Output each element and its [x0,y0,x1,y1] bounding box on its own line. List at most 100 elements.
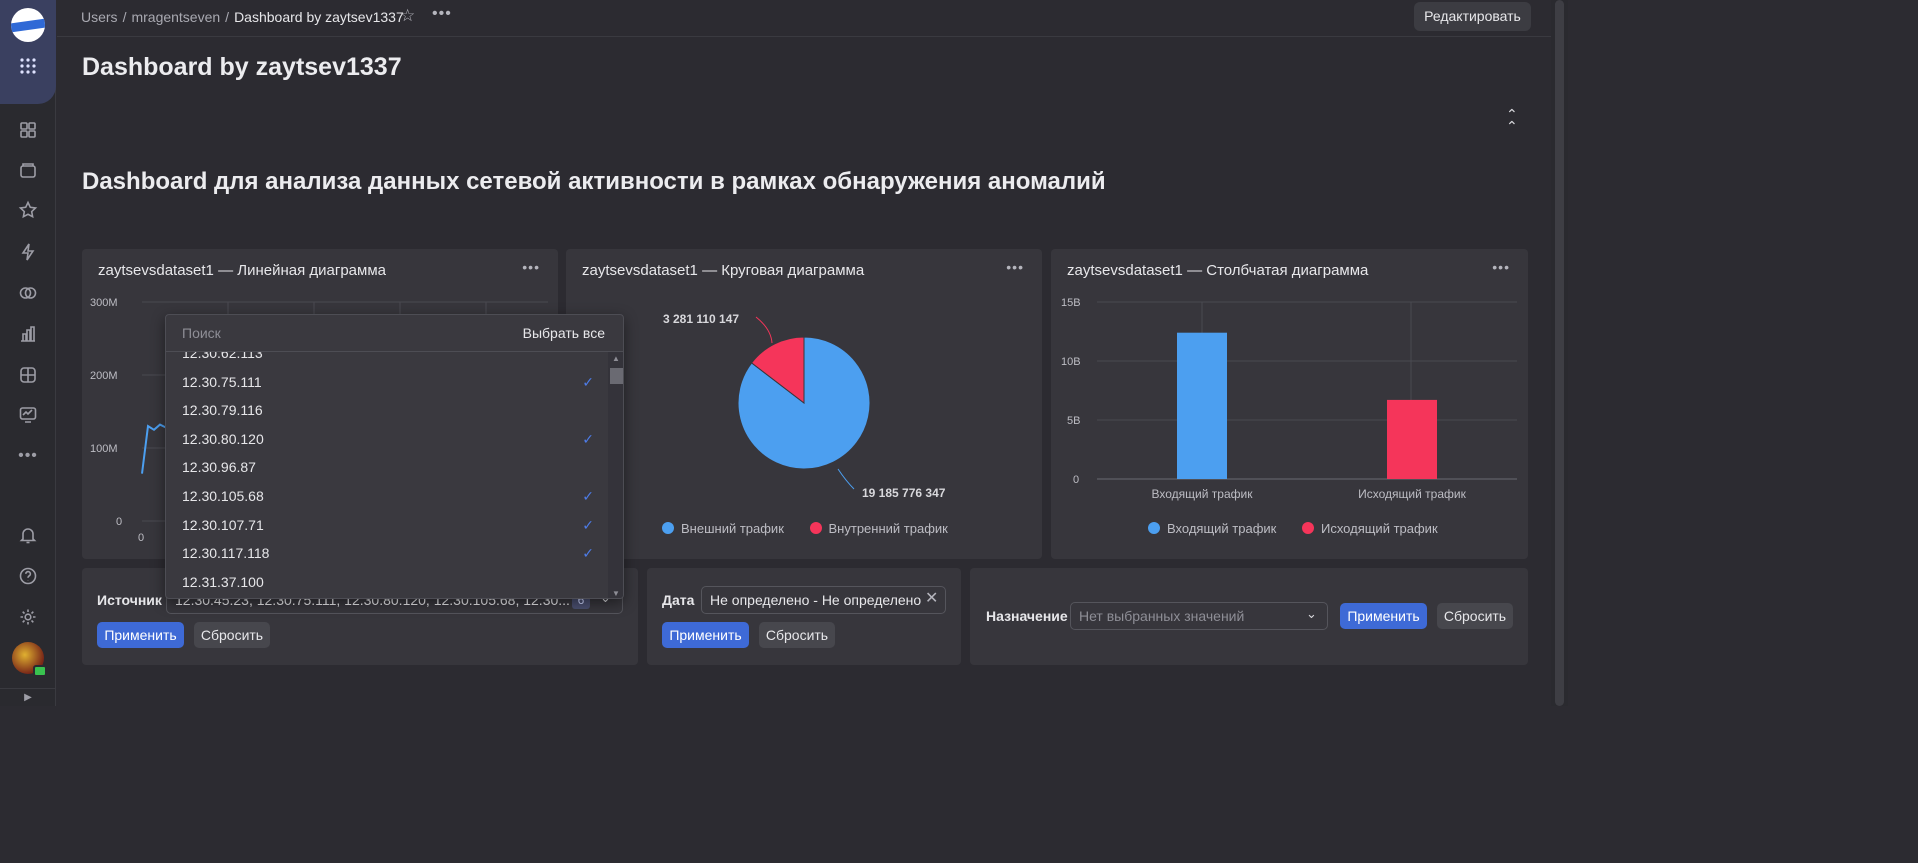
bar-chart: 15B 10B 5B 0 Входящий трафик Исходящий т… [1061,297,1517,501]
breadcrumb-item-users[interactable]: Users [81,9,118,25]
expand-icon[interactable]: ▶ [0,688,56,706]
source-apply-button[interactable]: Применить [97,622,184,648]
more-icon[interactable]: ••• [18,446,38,466]
x-tick-label: Исходящий трафик [1358,487,1466,501]
legend-item[interactable]: Исходящий трафик [1301,521,1438,536]
dropdown-option[interactable]: 12.30.79.116 [182,396,602,424]
purpose-select[interactable]: Нет выбранных значений [1070,602,1328,630]
y-tick-label: 5B [1067,415,1080,427]
legend-dot [1301,522,1314,534]
notifications-icon[interactable] [18,525,38,545]
checkmark-icon: ✓ [582,545,594,562]
dropdown-option[interactable]: 12.30.96.87 [182,453,602,481]
dropdown-option[interactable]: 12.30.105.68 ✓ [182,482,602,510]
source-filter-label: Источник [97,592,162,608]
y-tick-label: 100M [90,443,118,455]
dashboards-icon[interactable] [18,120,38,140]
x-tick-label: Входящий трафик [1152,487,1254,501]
purpose-select-placeholder: Нет выбранных значений [1079,608,1245,624]
scrollbar-thumb[interactable] [610,368,623,384]
dropdown-option-label: 12.30.105.68 [182,488,264,504]
date-apply-button[interactable]: Применить [662,622,749,648]
checkmark-icon: ✓ [582,430,594,447]
breadcrumb: Users / mragentseven / Dashboard by zaytsev1… [81,9,404,25]
edit-button[interactable]: Редактировать [1414,2,1531,31]
y-tick-label: 0 [116,516,122,528]
checkmark-icon: ✓ [582,488,594,504]
status-badge [33,665,47,677]
scroll-down-icon[interactable]: ▼ [612,589,620,598]
purpose-filter-label: Назначение [986,608,1068,624]
breadcrumb-current: Dashboard by zaytsev1337 [234,9,404,25]
dropdown-option-label: 12.30.117.118 [182,545,270,562]
breadcrumb-item-user[interactable]: mragentseven [131,9,220,25]
settings-icon[interactable] [18,607,38,627]
favorites-icon[interactable] [18,200,38,220]
dropdown-option[interactable]: 12.30.117.118 ✓ [182,539,602,567]
y-tick-label: 300M [90,297,118,309]
checkmark-icon: ✓ [582,516,594,533]
legend-item[interactable]: Внешний трафик [662,521,784,536]
dropdown-option[interactable]: 12.30.62.113 [182,352,602,367]
y-tick-label: 200M [90,370,118,382]
bar-chart-widget: zaytsevsdataset1 — Столбчатая диаграмма … [1051,249,1528,559]
pie-leader-line [755,316,773,344]
x-tick-label: 0 [138,532,144,544]
bar[interactable] [1177,332,1227,479]
bar[interactable] [1387,399,1437,479]
apps-grid-icon[interactable] [18,56,38,76]
sidebar: ••• ▶ [0,0,56,706]
date-filter-label: Дата [662,592,695,608]
help-icon[interactable] [18,566,38,586]
collections-icon[interactable] [18,160,38,180]
source-dropdown-popup: Поиск Выбрать все 12.30.62.113 12.30.75.1… [165,314,624,599]
bar-legend: Входящий трафик Исходящий трафик [1148,521,1460,536]
favorite-star-icon[interactable]: ☆ [400,6,415,26]
legend-label: Внутренний трафик [828,521,948,536]
widgets-icon[interactable] [18,365,38,385]
datasets-icon[interactable] [18,283,38,303]
charts-icon[interactable] [18,324,38,344]
dropdown-option[interactable]: 12.30.75.111 ✓ [182,368,602,396]
date-range-input[interactable]: Не определено - Не определено [701,586,946,614]
pie-data-label: 19 185 776 347 [862,486,946,500]
clear-icon[interactable]: ✕ [925,588,938,608]
dropdown-search-input[interactable]: Поиск [182,325,221,341]
dropdown-option-label: 12.30.75.111 [182,373,262,390]
avatar[interactable] [12,642,47,677]
sidebar-header [0,0,56,104]
dropdown-option-label: 12.30.79.116 [182,402,263,419]
page-scrollbar[interactable] [1551,0,1568,706]
legend-dot [662,522,674,534]
legend-item[interactable]: Внутренний трафик [809,521,948,536]
pie-leader-line [837,468,855,490]
more-actions-icon[interactable]: ••• [432,5,452,23]
dropdown-option[interactable]: 12.31.37.100 [182,568,602,596]
date-reset-button[interactable]: Сбросить [759,622,835,648]
scrollbar-thumb[interactable] [1555,0,1564,706]
legend-label: Исходящий трафик [1320,521,1438,536]
monitoring-icon[interactable] [18,405,38,425]
purpose-reset-button[interactable]: Сбросить [1437,603,1513,629]
checkmark-icon: ✓ [582,373,594,390]
logo-icon[interactable] [11,8,45,42]
dropdown-option[interactable]: 12.30.107.71 ✓ [182,511,602,539]
pie-chart: 3 281 110 147 19 185 776 347 [663,312,946,500]
section-title: Dashboard для анализа данных сетевой акт… [82,168,1106,195]
select-all-button[interactable]: Выбрать все [523,325,605,341]
legend-item[interactable]: Входящий трафик [1148,521,1276,536]
dropdown-option-label: 12.30.96.87 [182,459,256,476]
dropdown-list[interactable]: 12.30.62.113 12.30.75.111 ✓ 12.30.79.116 12.… [166,352,608,598]
purpose-apply-button[interactable]: Применить [1340,603,1427,629]
pie-chart-widget: zaytsevsdataset1 — Круговая диаграмма ••… [566,249,1042,559]
scroll-up-icon[interactable]: ▲ [612,354,620,363]
dropdown-option[interactable]: 12.30.80.120 ✓ [182,425,602,453]
chevron-down-icon[interactable]: ⌄ [1306,606,1317,622]
collapse-icon[interactable]: ⌃ ⌃ [1506,107,1518,133]
y-tick-label: 10B [1061,356,1081,368]
date-filter-panel: Дата Не определено - Не определено ✕ При… [647,568,961,665]
dropdown-scrollbar[interactable]: ▲ ▼ [608,352,623,598]
connections-icon[interactable] [18,242,38,262]
page-title: Dashboard by zaytsev1337 [82,53,402,81]
source-reset-button[interactable]: Сбросить [194,622,270,648]
